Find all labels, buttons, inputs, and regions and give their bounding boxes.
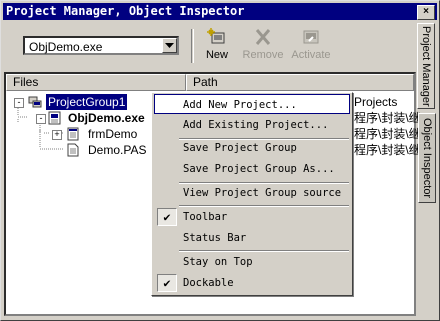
menu-item-label: Toolbar [183, 211, 228, 223]
close-icon: × [423, 6, 429, 17]
tab-project-manager-label: Project Manager [420, 25, 432, 107]
form-icon [67, 127, 79, 141]
tree-node-path: 程序\封装\继 [354, 127, 421, 141]
menu-item-add-existing-project[interactable]: Add Existing Project... [154, 115, 350, 135]
collapse-icon[interactable]: - [36, 114, 46, 124]
tree-node-label: frmDemo [88, 127, 138, 141]
combo-dropdown-button[interactable] [162, 38, 177, 53]
menu-item-toolbar[interactable]: ✔ Toolbar [154, 207, 350, 227]
menu-item-label: Stay on Top [183, 256, 253, 268]
tree-node-label: ProjectGroup1 [44, 93, 129, 111]
activate-icon [289, 27, 333, 49]
remove-icon [241, 27, 285, 49]
new-button-label: New [205, 49, 228, 61]
title-bar[interactable]: Project Manager, Object Inspector × [3, 3, 437, 20]
menu-item-label: Save Project Group [183, 142, 297, 154]
remove-button[interactable]: Remove [241, 27, 285, 67]
tree-node-path: Projects [354, 95, 398, 109]
menu-item-label: View Project Group source [183, 187, 342, 199]
project-group-icon [28, 96, 42, 108]
remove-button-label: Remove [242, 49, 284, 61]
menu-item-label: Add Existing Project... [183, 119, 329, 131]
toolbar: ObjDemo.exe New Remove Activate [5, 23, 415, 69]
toolbar-separator [191, 29, 194, 63]
new-button[interactable]: New [195, 27, 239, 67]
tree-node-path: 程序\封装\继 [354, 143, 421, 157]
tree-node-label: Demo.PAS [88, 143, 147, 157]
collapse-icon[interactable]: - [14, 98, 24, 108]
tab-object-inspector-label: Object Inspector [421, 117, 433, 199]
check-icon: ✔ [157, 208, 177, 226]
project-combo[interactable]: ObjDemo.exe [23, 36, 179, 55]
menu-item-view-project-group-source[interactable]: View Project Group source [154, 183, 350, 203]
menu-item-save-project-group-as[interactable]: Save Project Group As... [154, 159, 350, 179]
menu-item-label: Dockable [183, 277, 234, 289]
chevron-down-icon [165, 43, 174, 48]
menu-item-save-project-group[interactable]: Save Project Group [154, 138, 350, 158]
menu-item-dockable[interactable]: ✔ Dockable [154, 273, 350, 293]
new-icon [195, 27, 239, 49]
path-column-label: Path [193, 75, 218, 89]
menu-item-add-new-project[interactable]: Add New Project... [154, 94, 350, 114]
check-icon: ✔ [157, 274, 177, 292]
menu-item-label: Status Bar [183, 232, 247, 244]
project-icon [48, 111, 61, 125]
activate-button-label: Activate [291, 49, 331, 61]
menu-item-label: Save Project Group As... [183, 163, 335, 175]
window-title: Project Manager, Object Inspector [6, 4, 245, 18]
tree-node-label: ObjDemo.exe [68, 111, 145, 125]
project-combo-value: ObjDemo.exe [29, 40, 103, 54]
dock-tabs: Project Manager Object Inspector [417, 23, 437, 203]
tree-node-path: 程序\封装\继 [354, 111, 421, 125]
tab-object-inspector[interactable]: Object Inspector [418, 113, 436, 203]
close-button[interactable]: × [417, 5, 435, 20]
column-header-path[interactable]: Path [186, 74, 414, 91]
menu-item-status-bar[interactable]: Status Bar [154, 228, 350, 248]
activate-button[interactable]: Activate [289, 27, 333, 67]
menu-item-stay-on-top[interactable]: Stay on Top [154, 252, 350, 272]
tab-project-manager[interactable]: Project Manager [417, 23, 435, 109]
menu-item-label: Add New Project... [183, 99, 297, 111]
unit-icon [67, 143, 79, 157]
context-menu: Add New Project... Add Existing Project.… [151, 92, 353, 296]
expand-icon[interactable]: + [52, 130, 62, 140]
